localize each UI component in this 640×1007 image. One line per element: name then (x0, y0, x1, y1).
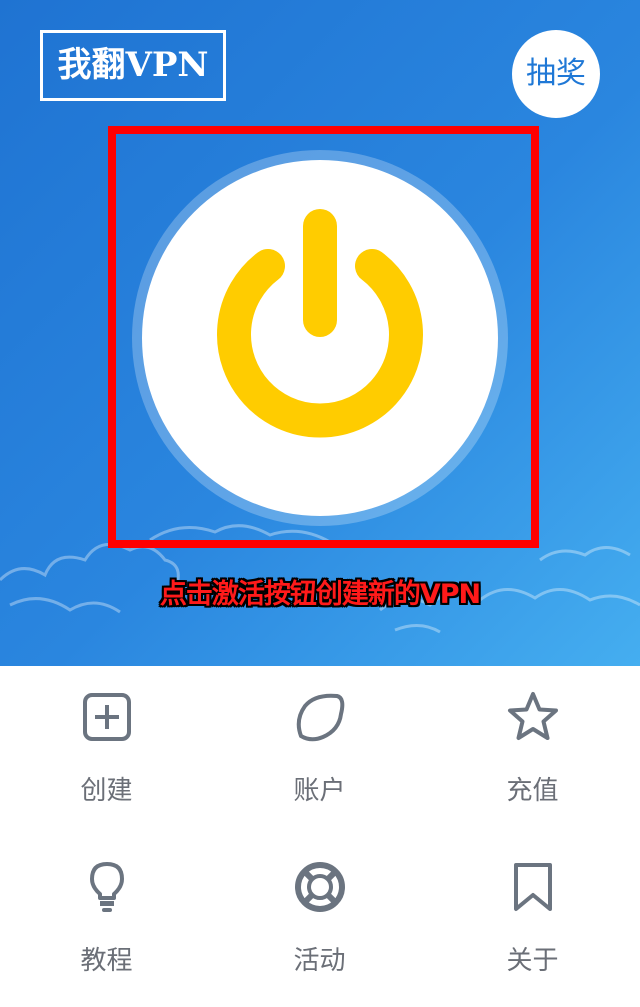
bookmark-icon (513, 863, 552, 911)
menu-item-create[interactable]: 创建 (0, 666, 213, 836)
hero-area: 我翻VPN 抽奖 点击激活按钮创建新的VPN (0, 0, 640, 666)
star-icon (507, 692, 558, 740)
menu-item-recharge[interactable]: 充值 (426, 666, 639, 836)
menu-item-label: 创建 (80, 776, 133, 806)
menu-item-account[interactable]: 账户 (213, 666, 426, 836)
app-logo: 我翻VPN (40, 30, 226, 101)
function-menu: 创建 账户 充值 教程 活动 关于 (0, 666, 640, 1007)
menu-item-label: 关于 (506, 946, 559, 976)
lemon-icon (296, 693, 344, 742)
menu-item-label: 充值 (506, 776, 559, 806)
hint-text: 点击激活按钮创建新的VPN (159, 579, 481, 610)
menu-item-tutorial[interactable]: 教程 (0, 836, 213, 1006)
lottery-button[interactable]: 抽奖 (512, 30, 600, 118)
menu-item-label: 账户 (293, 776, 346, 806)
menu-item-label: 教程 (80, 946, 133, 976)
highlight-frame (108, 126, 539, 548)
menu-item-label: 活动 (293, 946, 346, 976)
lifebuoy-icon (294, 862, 345, 912)
menu-item-events[interactable]: 活动 (213, 836, 426, 1006)
menu-item-about[interactable]: 关于 (426, 836, 639, 1006)
plus-square-icon (82, 693, 131, 741)
lightbulb-icon (89, 862, 124, 912)
